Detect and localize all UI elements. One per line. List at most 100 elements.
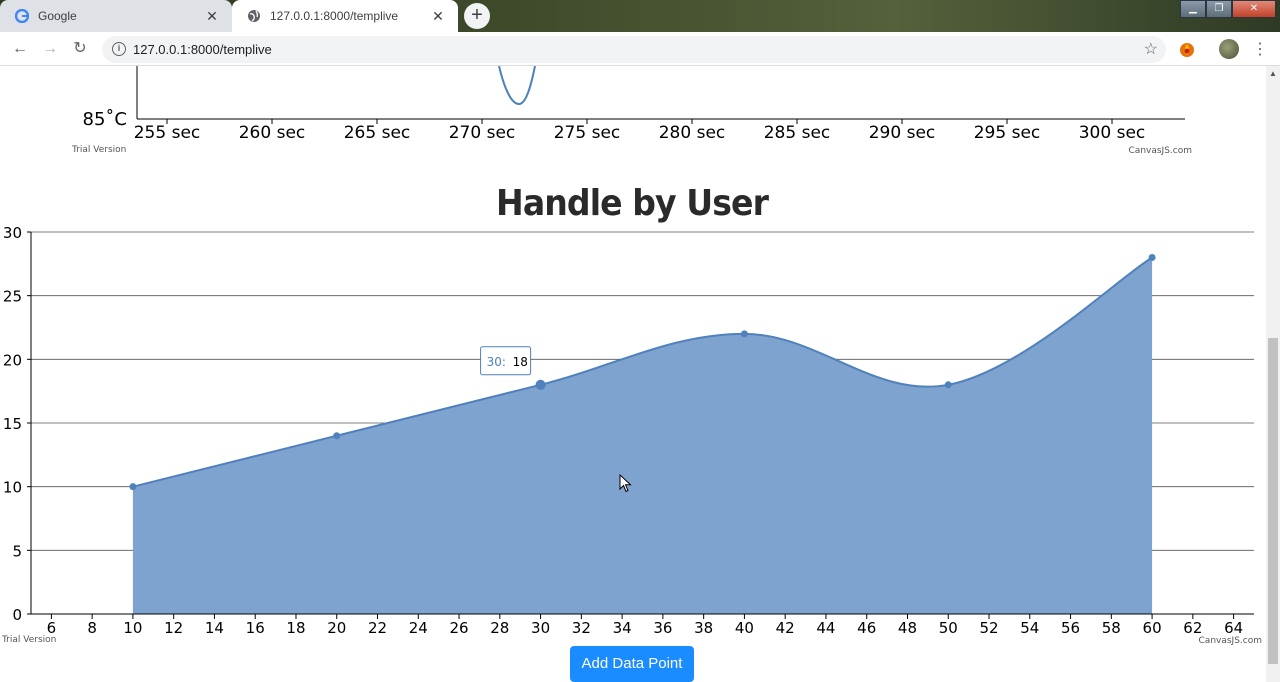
mouse-cursor-icon: [619, 474, 632, 493]
x-tick-label: 28: [490, 619, 509, 637]
x-tick-label: 12: [164, 619, 183, 637]
tab-templive[interactable]: 127.0.0.1:8000/templive ✕: [232, 0, 458, 32]
top-chart-x-tick-label: 260 sec: [239, 123, 306, 143]
x-tick-label: 30: [531, 619, 550, 637]
page-content: 85˚C 255 sec 260 sec 265 sec 270 sec 275 sec…: [0, 66, 1266, 682]
tooltip-y-value: 18: [513, 355, 528, 369]
chart-credit-text: CanvasJS.com: [1199, 636, 1262, 646]
reload-icon[interactable]: ↻: [69, 38, 91, 60]
y-tick-label: 30: [3, 224, 22, 242]
y-tick-label: 10: [3, 479, 22, 497]
x-tick-label: 44: [816, 619, 835, 637]
y-tick-label: 5: [12, 542, 22, 560]
profile-avatar[interactable]: [1219, 39, 1239, 59]
x-tick-label: 36: [653, 619, 672, 637]
add-data-point-button[interactable]: Add Data Point: [570, 646, 694, 682]
more-menu-icon[interactable]: ⋮: [1252, 39, 1268, 59]
minimize-icon[interactable]: ▁: [1180, 0, 1206, 18]
tab-google[interactable]: Google ✕: [0, 0, 232, 32]
top-chart-trial-text: Trial Version: [71, 145, 126, 155]
chart-x-ticks: 6 8 10 12 14 16 18 20 22 24 26 28 30 32 34 36 38 40 42 44 46…: [47, 614, 1243, 637]
x-tick-label: 58: [1102, 619, 1121, 637]
bookmark-star-icon[interactable]: ☆: [1144, 39, 1158, 59]
tooltip-x-value: 30:: [487, 355, 506, 369]
y-tick-label: 20: [3, 351, 22, 369]
data-point[interactable]: [129, 483, 137, 491]
data-point[interactable]: [1148, 253, 1156, 261]
x-tick-label: 52: [979, 619, 998, 637]
maximize-icon[interactable]: ❐: [1206, 0, 1232, 18]
x-tick-label: 38: [694, 619, 713, 637]
chart-trial-text: Trial Version: [1, 635, 56, 645]
x-tick-label: 18: [286, 619, 305, 637]
x-tick-label: 14: [205, 619, 224, 637]
close-tab-icon[interactable]: ✕: [204, 8, 220, 24]
x-tick-label: 34: [613, 619, 632, 637]
x-tick-label: 56: [1061, 619, 1080, 637]
x-tick-label: 32: [572, 619, 591, 637]
address-bar[interactable]: i 127.0.0.1:8000/templive ☆: [102, 36, 1166, 63]
browser-toolbar: ← → ↻ i 127.0.0.1:8000/templive ☆ ⋮: [0, 32, 1280, 66]
y-tick-label: 15: [3, 415, 22, 433]
y-tick-label: 0: [12, 606, 22, 624]
top-chart-series-line: [498, 66, 536, 106]
x-tick-label: 8: [87, 619, 97, 637]
x-tick-label: 16: [246, 619, 265, 637]
x-tick-label: 48: [898, 619, 917, 637]
scrollbar-thumb[interactable]: [1268, 338, 1278, 664]
extension-flame-icon[interactable]: [1178, 40, 1196, 58]
top-chart-x-tick-label: 265 sec: [344, 123, 411, 143]
top-chart-y-label: 85˚C: [83, 109, 127, 130]
x-tick-label: 10: [123, 619, 142, 637]
x-tick-label: 54: [1020, 619, 1039, 637]
y-tick-label: 25: [3, 288, 22, 306]
forward-icon[interactable]: →: [39, 38, 61, 60]
tab-title: 127.0.0.1:8000/templive: [270, 9, 399, 23]
data-point[interactable]: [944, 381, 952, 389]
x-tick-label: 22: [368, 619, 387, 637]
x-tick-label: 42: [776, 619, 795, 637]
back-icon[interactable]: ←: [9, 38, 31, 60]
window-controls: ▁ ❐ ✕: [1180, 0, 1276, 20]
x-tick-label: 20: [327, 619, 346, 637]
top-chart: 85˚C 255 sec 260 sec 265 sec 270 sec 275 sec…: [71, 66, 1192, 156]
globe-icon: [246, 8, 262, 24]
window-close-icon[interactable]: ✕: [1232, 0, 1276, 18]
x-tick-label: 40: [735, 619, 754, 637]
data-point[interactable]: [535, 379, 546, 390]
top-chart-x-tick-label: 285 sec: [764, 123, 831, 143]
top-chart-x-tick-label: 300 sec: [1079, 123, 1146, 143]
x-tick-label: 62: [1183, 619, 1202, 637]
data-point[interactable]: [333, 432, 341, 440]
chart-title: Handle by User: [496, 183, 769, 225]
top-chart-x-tick-label: 255 sec: [134, 123, 201, 143]
area-series-fill: [132, 257, 1153, 614]
data-point[interactable]: [740, 330, 748, 338]
x-tick-label: 24: [409, 619, 428, 637]
info-icon[interactable]: i: [112, 42, 126, 56]
chart-y-tick-labels: 0 5 10 15 20 25 30: [3, 224, 31, 624]
x-tick-label: 50: [939, 619, 958, 637]
tab-title: Google: [38, 9, 77, 23]
url-text: 127.0.0.1:8000/templive: [133, 42, 272, 57]
x-tick-label: 60: [1143, 619, 1162, 637]
top-chart-x-tick-label: 275 sec: [554, 123, 621, 143]
top-chart-credit-text: CanvasJS.com: [1129, 146, 1192, 156]
top-chart-x-tick-label: 290 sec: [869, 123, 936, 143]
x-tick-label: 46: [857, 619, 876, 637]
page-canvas: 85˚C 255 sec 260 sec 265 sec 270 sec 275 sec…: [1, 66, 1262, 646]
scroll-up-icon[interactable]: ▲: [1269, 69, 1277, 78]
page-scrollbar[interactable]: ▲: [1266, 66, 1280, 682]
main-chart: Handle by User 051015202530 6 8 10 12 14 16 18…: [1, 183, 1262, 646]
close-tab-icon[interactable]: ✕: [430, 8, 446, 24]
google-icon: [14, 8, 30, 24]
top-chart-x-tick-label: 280 sec: [659, 123, 726, 143]
tab-strip: Google ✕ 127.0.0.1:8000/templive ✕ + ▁ ❐…: [0, 0, 1280, 32]
top-chart-x-tick-label: 295 sec: [974, 123, 1041, 143]
new-tab-button[interactable]: +: [464, 3, 490, 29]
chart-tooltip: 30: 18: [480, 346, 532, 376]
top-chart-x-tick-label: 270 sec: [449, 123, 516, 143]
x-tick-label: 64: [1224, 619, 1243, 637]
x-tick-label: 26: [450, 619, 469, 637]
top-chart-x-ticks: 255 sec 260 sec 265 sec 270 sec 275 sec 280 s…: [134, 119, 1146, 143]
